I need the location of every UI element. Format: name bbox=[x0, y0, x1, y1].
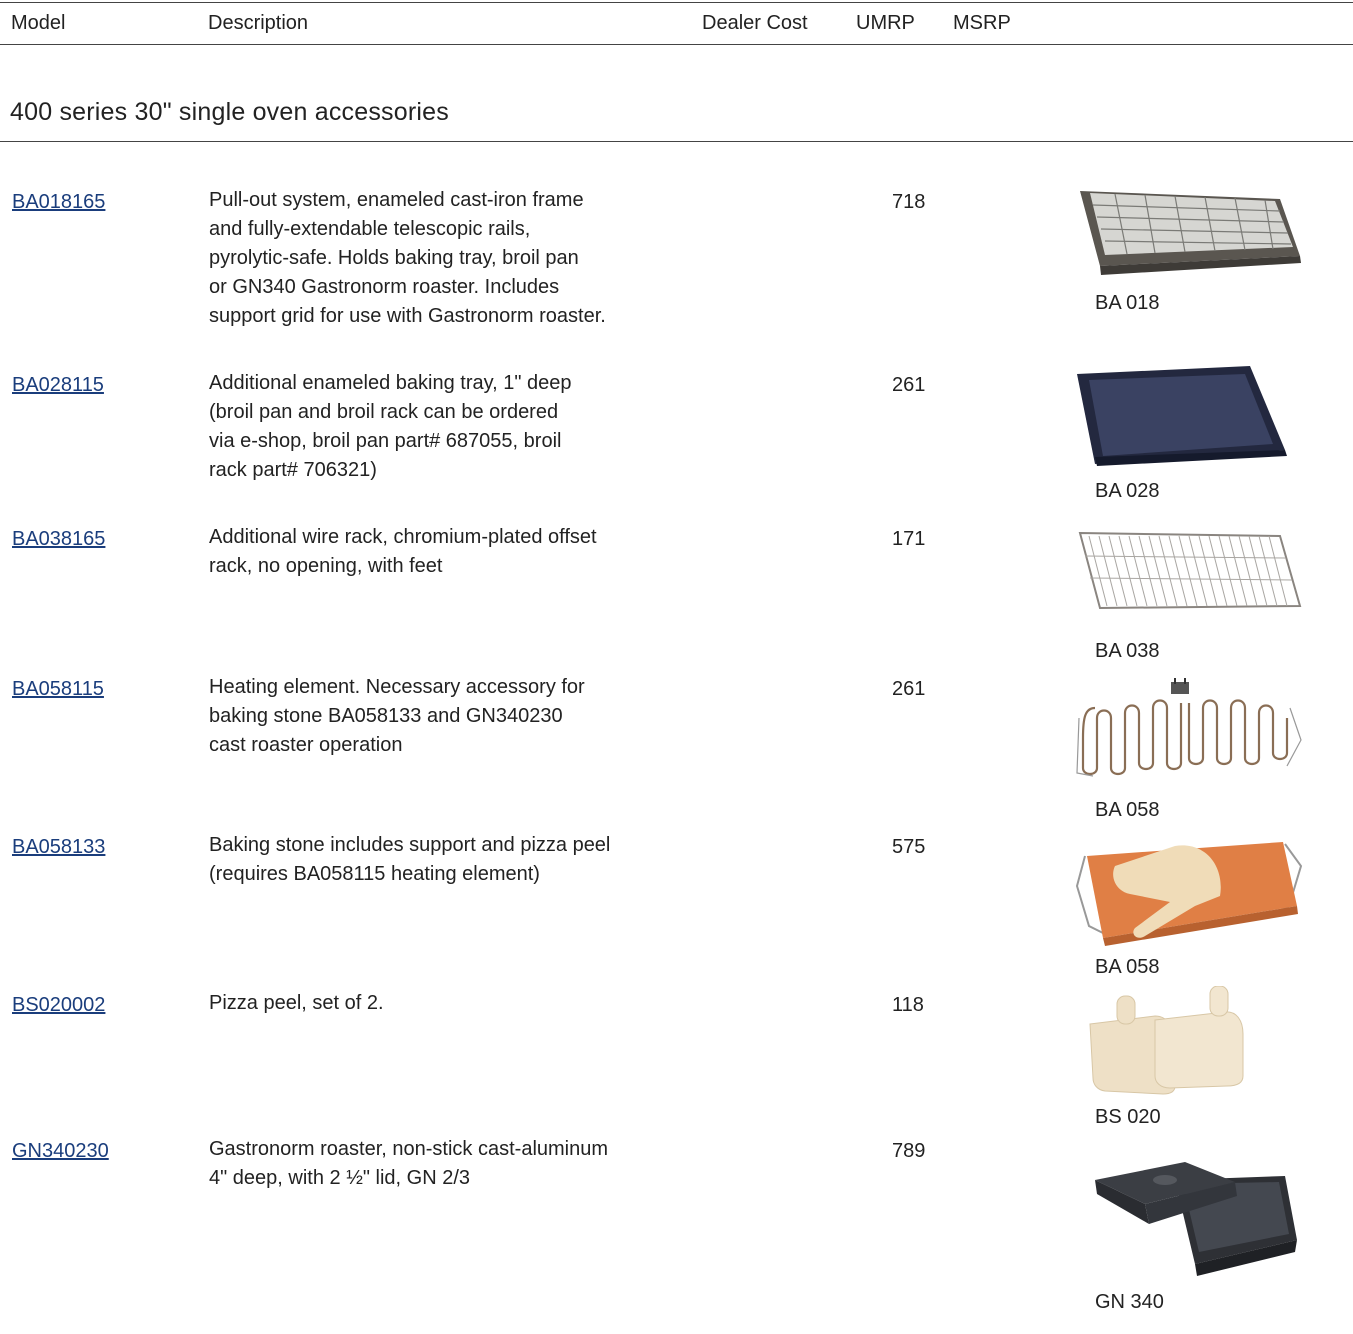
description: Additional enameled baking tray, 1" deep… bbox=[209, 372, 572, 481]
model-link[interactable]: GN340230 bbox=[12, 1140, 109, 1163]
umrp-value: 718 bbox=[892, 191, 926, 213]
description: Additional wire rack, chromium-plated of… bbox=[209, 526, 597, 577]
image-caption: BA 018 bbox=[1095, 292, 1160, 314]
image-caption: BA 038 bbox=[1095, 640, 1160, 662]
header-model: Model bbox=[11, 12, 66, 34]
baking-tray-icon bbox=[1075, 362, 1290, 472]
umrp-value: 261 bbox=[892, 678, 926, 700]
header-umrp: UMRP bbox=[856, 12, 915, 34]
description: Heating element. Necessary accessory for… bbox=[209, 676, 585, 756]
image-caption: BA 058 bbox=[1095, 956, 1160, 978]
baking-stone-icon bbox=[1075, 826, 1305, 946]
umrp-value: 575 bbox=[892, 836, 926, 858]
umrp-value: 118 bbox=[892, 994, 924, 1016]
umrp-value: 261 bbox=[892, 374, 926, 396]
pizza-peel-icon bbox=[1075, 986, 1305, 1096]
section-rule bbox=[0, 141, 1353, 142]
header-dealer-cost: Dealer Cost bbox=[702, 12, 808, 34]
model-link[interactable]: BA058115 bbox=[12, 678, 104, 701]
image-caption: BA 028 bbox=[1095, 480, 1160, 502]
model-link[interactable]: BA018165 bbox=[12, 191, 105, 214]
image-caption: GN 340 bbox=[1095, 1291, 1164, 1313]
model-link[interactable]: BA028115 bbox=[12, 374, 104, 397]
image-caption: BA 058 bbox=[1095, 799, 1160, 821]
umrp-value: 789 bbox=[892, 1140, 926, 1162]
description: Baking stone includes support and pizza … bbox=[209, 834, 611, 885]
heating-element-icon bbox=[1075, 678, 1305, 778]
wire-rack-icon bbox=[1075, 528, 1305, 618]
model-link[interactable]: BA038165 bbox=[12, 528, 105, 551]
section-title: 400 series 30" single oven accessories bbox=[10, 98, 449, 126]
pull-out-rack-icon bbox=[1075, 181, 1305, 281]
umrp-value: 171 bbox=[892, 528, 926, 550]
model-link[interactable]: BA058133 bbox=[12, 836, 105, 859]
description: Gastronorm roaster, non-stick cast-alumi… bbox=[209, 1138, 609, 1189]
header-description: Description bbox=[208, 12, 309, 34]
roaster-icon bbox=[1075, 1140, 1305, 1280]
description: Pizza peel, set of 2. bbox=[209, 992, 384, 1014]
image-caption: BS 020 bbox=[1095, 1106, 1161, 1128]
description: Pull-out system, enameled cast-iron fram… bbox=[209, 189, 606, 327]
top-rule bbox=[0, 2, 1353, 3]
model-link[interactable]: BS020002 bbox=[12, 994, 105, 1017]
header-rule bbox=[0, 44, 1353, 45]
header-msrp: MSRP bbox=[953, 12, 1011, 34]
